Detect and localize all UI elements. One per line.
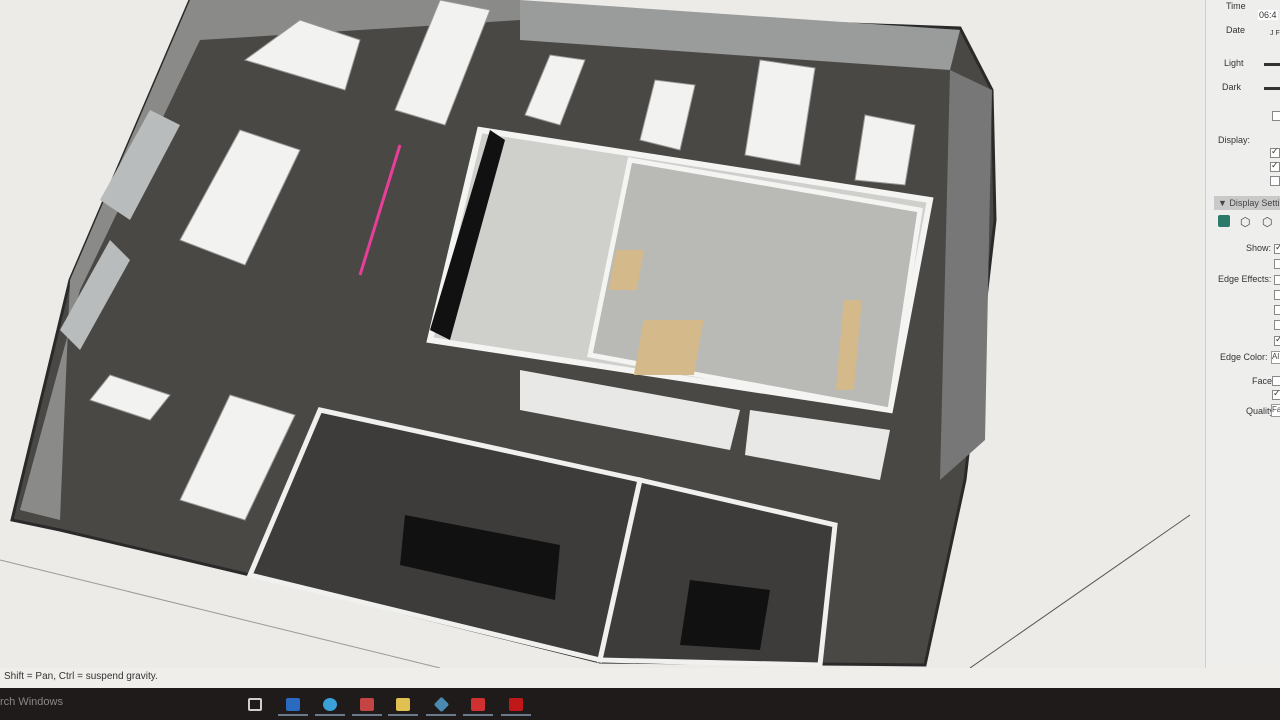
display-ground-checkbox[interactable] [1270,160,1280,172]
display-faces-checkbox[interactable] [1270,146,1280,158]
edge-color-select[interactable]: Al [1271,351,1280,364]
date-slider-value[interactable]: J F [1270,30,1280,37]
faces-option-2-checkbox[interactable] [1272,388,1280,400]
wood-floor [633,320,704,375]
time-slider-value[interactable]: 06:4 [1258,10,1278,20]
light-label: Light [1224,58,1244,68]
acrobat-icon[interactable] [501,693,531,716]
rss-reader-icon[interactable] [352,693,382,716]
sketchup-icon[interactable] [426,693,456,716]
task-view-icon[interactable] [242,693,268,715]
date-label: Date [1226,25,1246,35]
layout-icon[interactable] [463,693,493,716]
depth-cue-checkbox[interactable] [1274,290,1280,300]
jitter-checkbox[interactable] [1274,334,1280,346]
edge-color-label: Edge Color: [1220,352,1268,362]
show-back-edges-checkbox[interactable] [1274,259,1280,269]
display-label: Display: [1218,135,1251,145]
dark-label: Dark [1222,82,1242,92]
file-explorer-icon[interactable] [388,693,418,716]
style-hidden-line-icon[interactable]: ⬡ [1262,215,1272,229]
status-bar: Shift = Pan, Ctrl = suspend gravity. [0,668,1280,688]
3d-model-viewport[interactable] [0,0,1205,668]
light-slider[interactable] [1264,63,1280,66]
quality-select[interactable]: Fa [1271,404,1280,417]
show-edges-checkbox[interactable] [1274,242,1280,254]
skype-icon[interactable] [315,693,345,716]
status-hint: Shift = Pan, Ctrl = suspend gravity. [4,671,158,682]
axis-line [969,514,1191,668]
display-edges-checkbox[interactable] [1270,176,1280,186]
display-settings-title: Display Setti [1229,198,1280,208]
dark-slider[interactable] [1264,87,1280,90]
endpoints-checkbox[interactable] [1274,320,1280,330]
windows-taskbar: rch Windows [0,688,1280,720]
default-tray-panel: Time 06:4 Date J F Light Dark Display: ▼… [1205,0,1280,668]
style-swatch-icon[interactable] [1218,215,1230,227]
profiles-checkbox[interactable] [1274,275,1280,285]
faces-option-1-checkbox[interactable] [1272,376,1280,386]
show-label: Show: [1246,243,1272,253]
time-label: Time [1226,1,1246,11]
style-wireframe-icon[interactable]: ⬡ [1240,215,1250,229]
edge-effects-label: Edge Effects: [1218,274,1272,284]
office-floorplan-model [0,0,1191,668]
search-windows-box[interactable]: rch Windows [0,696,63,708]
display-settings-header[interactable]: ▼ Display Setti [1214,196,1280,210]
conference-table-2 [680,580,770,650]
outlook-icon[interactable] [278,693,308,716]
extension-checkbox[interactable] [1274,305,1280,315]
sun-shading-checkbox[interactable] [1272,111,1280,121]
